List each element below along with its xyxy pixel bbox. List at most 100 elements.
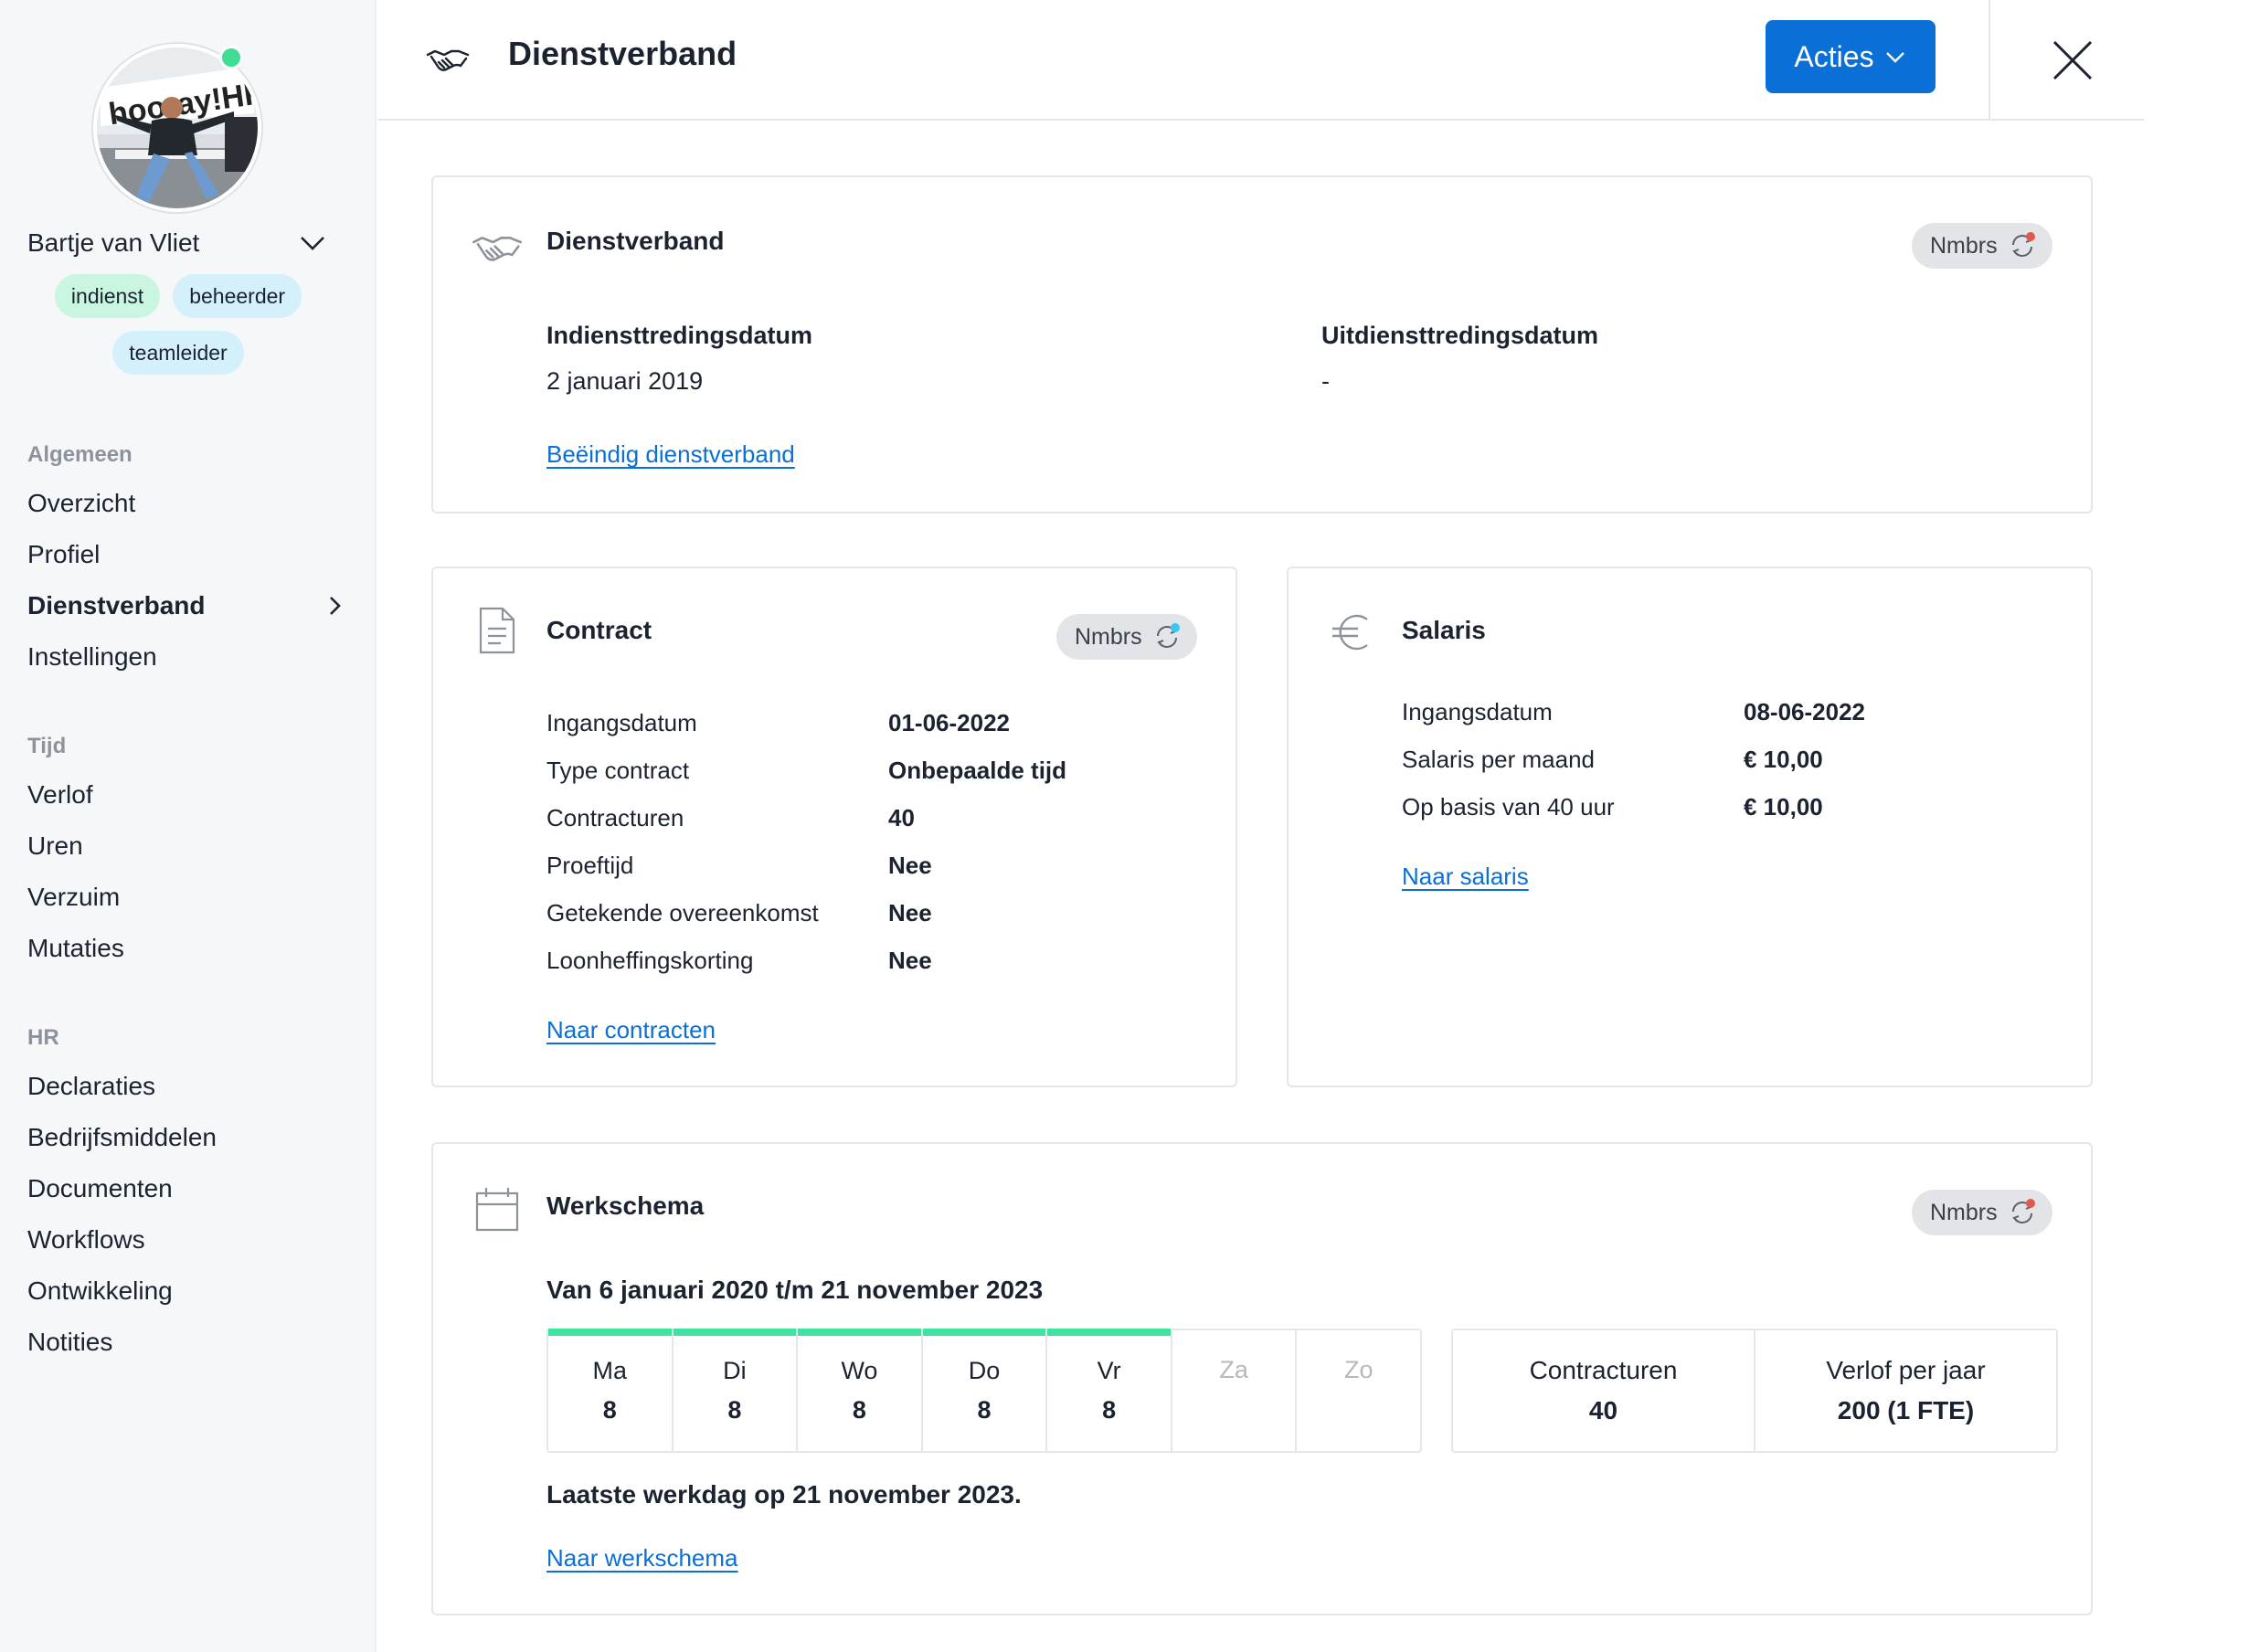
sidebar-item-label: Profiel <box>27 540 101 568</box>
page-title: Dienstverband <box>508 35 737 72</box>
day-hours: 8 <box>727 1396 742 1424</box>
sidebar-item-label: Documenten <box>27 1174 173 1202</box>
contract-row-label: Loonheffingskorting <box>546 947 754 974</box>
sidebar-item-profiel[interactable]: Profiel <box>27 535 347 574</box>
salary-card: Salaris Ingangsdatum 08-06-2022 Salaris … <box>1287 567 2093 1087</box>
sidebar-item-verzuim[interactable]: Verzuim <box>27 878 347 916</box>
sidebar-item-documenten[interactable]: Documenten <box>27 1170 347 1208</box>
nmbrs-sync-badge[interactable]: Nmbrs <box>1912 1190 2052 1235</box>
contract-row-value: Nee <box>888 899 932 927</box>
document-icon <box>479 607 515 654</box>
stat-contract-hours: Contracturen 40 <box>1453 1330 1755 1451</box>
sidebar-item-mutaties[interactable]: Mutaties <box>27 929 347 968</box>
sidebar-item-label: Mutaties <box>27 934 124 962</box>
contract-row-value: 01-06-2022 <box>888 709 1010 736</box>
sidebar-item-dienstverband[interactable]: Dienstverband <box>27 587 347 625</box>
contracts-link[interactable]: Naar contracten <box>546 1016 716 1044</box>
sync-ok-icon <box>1156 623 1180 648</box>
end-employment-link[interactable]: Beëindig dienstverband <box>546 440 795 469</box>
start-date-value: 2 januari 2019 <box>546 367 704 395</box>
salary-row-value: € 10,00 <box>1744 746 1823 773</box>
end-date-label: Uitdiensttredingsdatum <box>1321 322 1599 349</box>
stat-value: 40 <box>1588 1396 1618 1424</box>
day-name: Ma <box>592 1357 628 1384</box>
contract-row-value: Nee <box>888 947 932 974</box>
header-divider <box>1989 0 1990 121</box>
sidebar-item-verlof[interactable]: Verlof <box>27 776 347 814</box>
contract-row-value: Onbepaalde tijd <box>888 757 1067 784</box>
nmbrs-badge-label: Nmbrs <box>1930 232 1998 259</box>
salary-row-label: Ingangsdatum <box>1402 698 1553 725</box>
sidebar-item-label: Dienstverband <box>27 591 206 620</box>
day-name: Za <box>1219 1356 1248 1383</box>
contract-row-label: Getekende overeenkomst <box>546 899 819 927</box>
sidebar: hooray!HR Bartje van Vliet indienst behe… <box>0 0 376 1652</box>
day-hours: 8 <box>602 1396 617 1424</box>
nmbrs-sync-badge[interactable]: Nmbrs <box>1056 614 1197 660</box>
stat-label: Verlof per jaar <box>1826 1356 1986 1384</box>
sidebar-item-notities[interactable]: Notities <box>27 1323 347 1361</box>
salary-row: Op basis van 40 uur € 10,00 <box>1402 793 1950 830</box>
day-cell-vr: Vr 8 <box>1047 1329 1172 1451</box>
day-name: Wo <box>841 1357 878 1384</box>
close-button[interactable] <box>2040 27 2105 93</box>
stat-value: 200 (1 FTE) <box>1837 1396 1975 1424</box>
employment-card-title: Dienstverband <box>546 227 725 255</box>
nav-heading-tijd: Tijd <box>27 734 67 758</box>
sidebar-item-bedrijfsmiddelen[interactable]: Bedrijfsmiddelen <box>27 1118 347 1157</box>
contract-card-title: Contract <box>546 616 652 644</box>
contract-card: Contract Nmbrs Ingangsdatum 01-06-2022 T… <box>431 567 1237 1087</box>
sidebar-item-instellingen[interactable]: Instellingen <box>27 638 347 676</box>
contract-row: Ingangsdatum 01-06-2022 <box>546 709 1095 746</box>
sidebar-item-label: Instellingen <box>27 642 157 671</box>
tag-beheerder: beheerder <box>173 274 302 318</box>
chevron-right-icon <box>330 597 341 615</box>
last-workday-note: Laatste werkdag op 21 november 2023. <box>546 1480 1022 1509</box>
sidebar-item-uren[interactable]: Uren <box>27 827 347 865</box>
calendar-icon <box>475 1188 519 1232</box>
avatar[interactable]: hooray!HR <box>93 44 261 212</box>
day-hours: 8 <box>852 1396 866 1424</box>
contract-row-label: Ingangsdatum <box>546 709 697 736</box>
salary-row: Ingangsdatum 08-06-2022 <box>1402 698 1950 735</box>
sidebar-item-declaraties[interactable]: Declaraties <box>27 1067 347 1106</box>
chevron-down-icon[interactable] <box>296 227 329 259</box>
schedule-period: Van 6 januari 2020 t/m 21 november 2023 <box>546 1276 1044 1304</box>
nav-section-algemeen: Algemeen Overzicht Profiel Dienstverband… <box>27 439 347 689</box>
contract-row-value: 40 <box>888 804 915 831</box>
day-name: Di <box>723 1357 747 1384</box>
day-cell-ma: Ma 8 <box>548 1329 673 1451</box>
actions-button[interactable]: Acties <box>1766 20 1936 93</box>
salary-row-label: Salaris per maand <box>1402 746 1595 773</box>
contract-row: Proeftijd Nee <box>546 852 1095 888</box>
contract-row: Loonheffingskorting Nee <box>546 947 1095 983</box>
sidebar-item-label: Verlof <box>27 780 93 809</box>
contract-row: Getekende overeenkomst Nee <box>546 899 1095 936</box>
schedule-link[interactable]: Naar werkschema <box>546 1544 738 1573</box>
sidebar-item-label: Verzuim <box>27 883 121 911</box>
sidebar-item-workflows[interactable]: Workflows <box>27 1221 347 1259</box>
contract-row-label: Proeftijd <box>546 852 634 879</box>
day-name: Zo <box>1344 1356 1373 1383</box>
contract-row: Type contract Onbepaalde tijd <box>546 757 1095 793</box>
day-cell-za: Za <box>1172 1330 1298 1451</box>
day-cell-zo: Zo <box>1297 1330 1420 1451</box>
online-status-dot <box>219 46 243 69</box>
sidebar-item-overzicht[interactable]: Overzicht <box>27 484 347 523</box>
sync-error-icon <box>2011 232 2035 257</box>
nmbrs-badge-label: Nmbrs <box>1075 623 1142 650</box>
start-date-label: Indiensttredingsdatum <box>546 322 813 349</box>
contract-row-label: Type contract <box>546 757 690 784</box>
nmbrs-sync-badge[interactable]: Nmbrs <box>1912 223 2052 269</box>
stat-leave-per-year: Verlof per jaar 200 (1 FTE) <box>1755 1330 2056 1451</box>
salary-row-value: 08-06-2022 <box>1744 698 1865 725</box>
user-menu[interactable]: Bartje van Vliet <box>27 227 329 259</box>
day-name: Do <box>968 1357 1001 1384</box>
schedule-card-title: Werkschema <box>546 1191 705 1220</box>
salary-link[interactable]: Naar salaris <box>1402 863 1529 891</box>
user-tags: indienst beheerder teamleider <box>27 274 329 387</box>
day-hours: 8 <box>977 1396 992 1424</box>
panel-header: Dienstverband Acties <box>378 0 2144 121</box>
sidebar-item-ontwikkeling[interactable]: Ontwikkeling <box>27 1272 347 1310</box>
schedule-card: Werkschema Nmbrs Van 6 januari 2020 t/m … <box>431 1142 2093 1615</box>
